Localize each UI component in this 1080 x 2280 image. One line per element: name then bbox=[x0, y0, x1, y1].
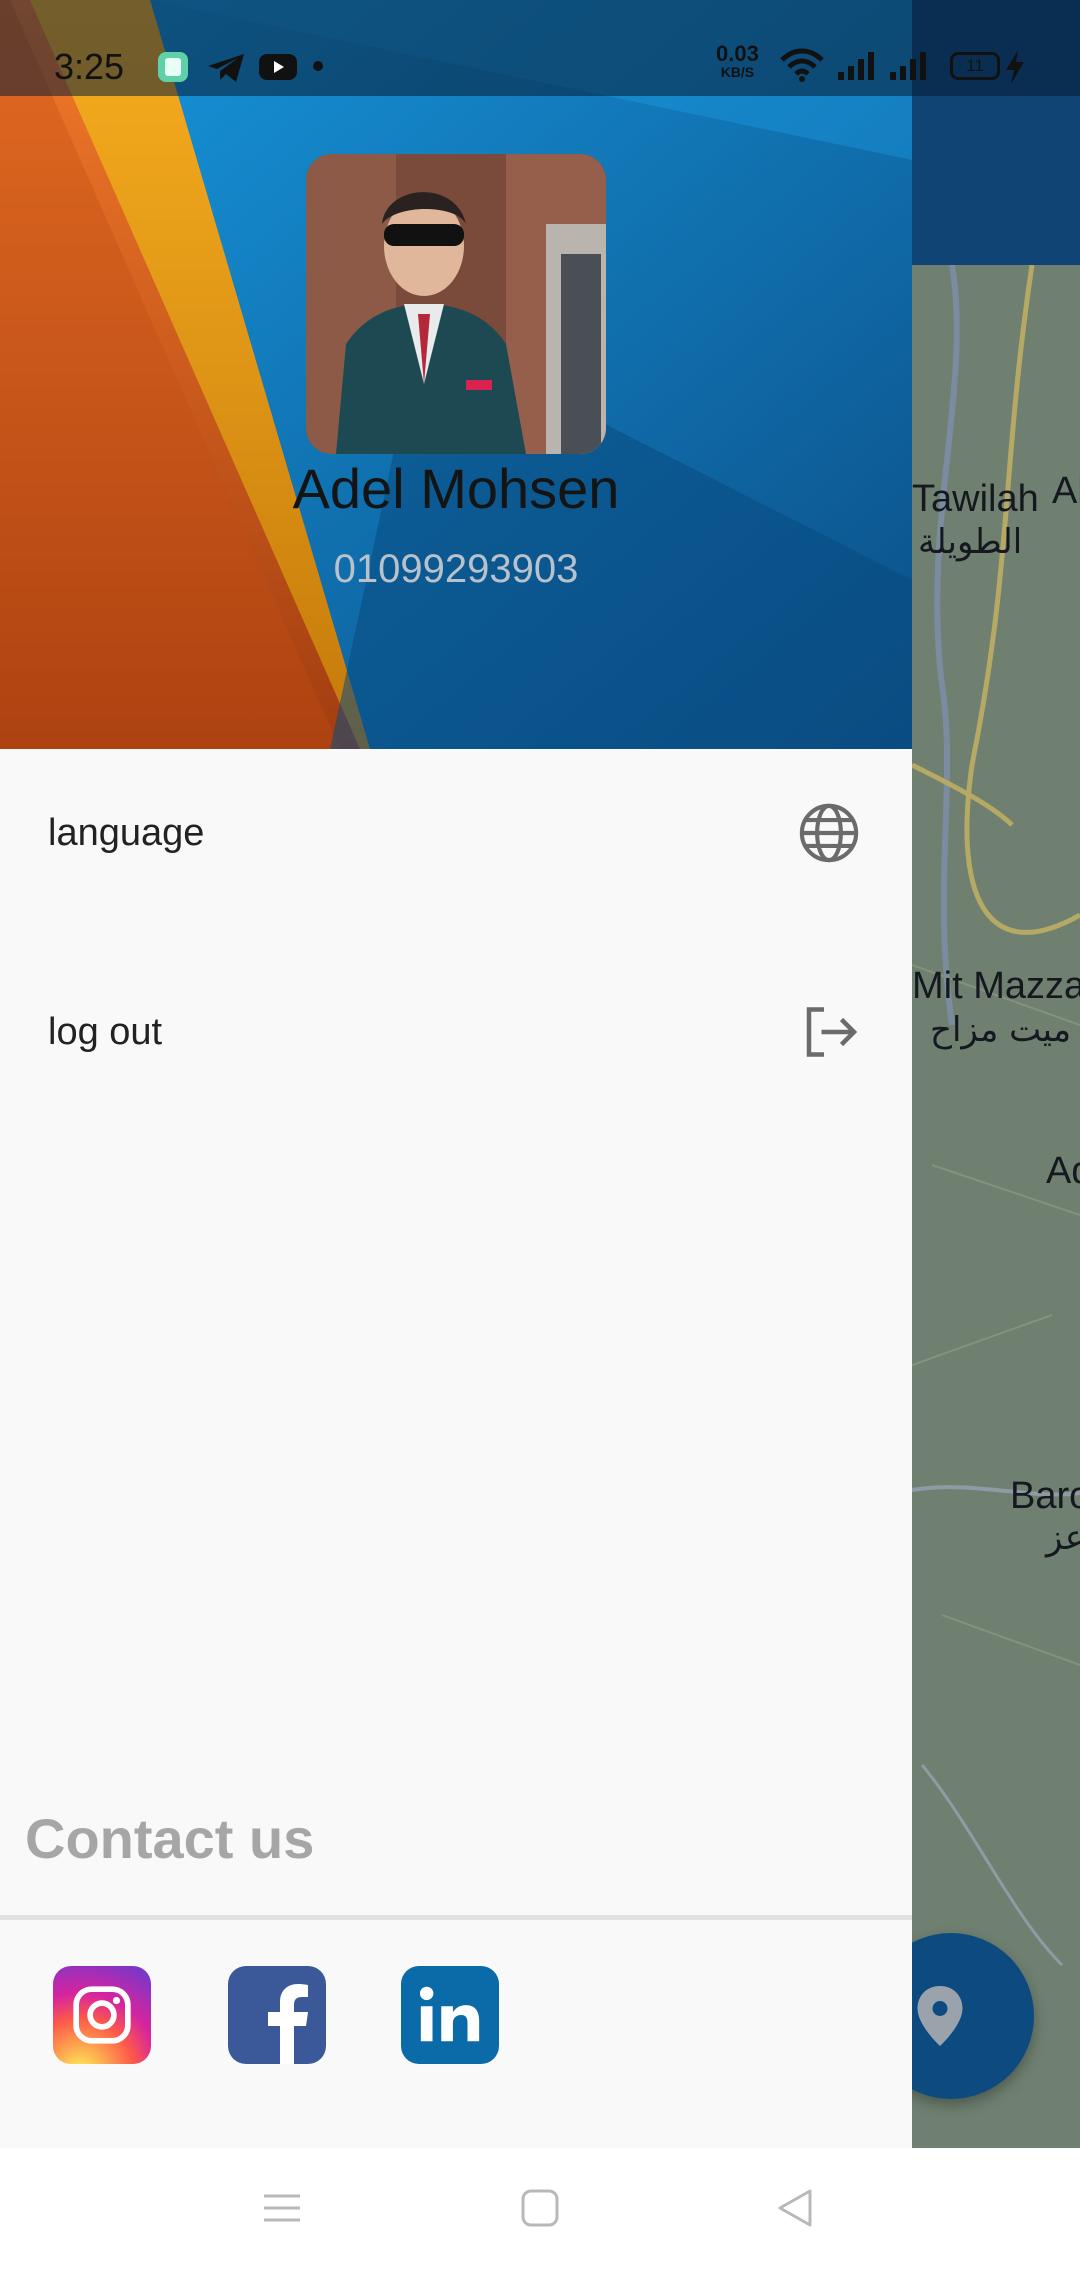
signal-icon bbox=[838, 52, 874, 80]
status-time: 3:25 bbox=[54, 46, 125, 87]
notification-app-icon bbox=[158, 52, 188, 82]
linkedin-icon bbox=[419, 1986, 480, 2042]
globe-icon bbox=[799, 803, 859, 863]
telegram-icon bbox=[208, 54, 244, 82]
status-bar: 3:25 0.03 KB/S 11 bbox=[0, 0, 1080, 96]
menu-item-label: log out bbox=[48, 1010, 163, 1053]
menu-item-language[interactable]: language bbox=[0, 773, 912, 893]
user-name: Adel Mohsen bbox=[292, 457, 620, 520]
instagram-icon bbox=[73, 1986, 131, 2044]
menu-item-label: language bbox=[48, 811, 205, 854]
battery-icon: 11 bbox=[950, 52, 1000, 80]
signal-icon bbox=[890, 52, 926, 80]
map-label: Al bbox=[1052, 470, 1080, 512]
map-label: الطويلة bbox=[918, 522, 1023, 562]
map-label: Baro bbox=[1010, 1475, 1080, 1517]
net-speed: 0.03 KB/S bbox=[716, 43, 759, 82]
navigation-drawer: Adel Mohsen 01099293903 language log out… bbox=[0, 0, 912, 2148]
logout-icon bbox=[806, 1007, 858, 1057]
back-icon[interactable] bbox=[776, 2188, 816, 2228]
wifi-icon bbox=[780, 48, 824, 82]
map-label: عز bbox=[1046, 1518, 1080, 1558]
divider bbox=[0, 1915, 912, 1920]
menu-item-logout[interactable]: log out bbox=[0, 972, 912, 1092]
menu-icon[interactable] bbox=[262, 2188, 302, 2228]
home-icon[interactable] bbox=[520, 2188, 560, 2228]
drawer-header: Adel Mohsen 01099293903 bbox=[0, 0, 912, 749]
linkedin-button[interactable] bbox=[401, 1966, 499, 2064]
facebook-button[interactable] bbox=[228, 1966, 326, 2064]
map-label: ميت مزاح bbox=[930, 1010, 1072, 1050]
net-speed-unit: KB/S bbox=[720, 64, 755, 80]
youtube-icon bbox=[259, 54, 297, 80]
contact-us-heading: Contact us bbox=[25, 1807, 315, 1870]
avatar[interactable] bbox=[306, 154, 606, 454]
map-label: Ad bbox=[1046, 1150, 1080, 1192]
user-phone: 01099293903 bbox=[333, 547, 579, 591]
facebook-icon bbox=[268, 1984, 308, 2064]
instagram-button[interactable] bbox=[53, 1966, 151, 2064]
profile-photo bbox=[306, 154, 606, 454]
map-label: Tawilah bbox=[912, 478, 1039, 520]
battery-level: 11 bbox=[966, 56, 984, 75]
location-pin-icon bbox=[917, 1986, 963, 2046]
map-label: Mit Mazza bbox=[912, 965, 1080, 1007]
dot-icon bbox=[313, 61, 323, 71]
system-nav-bar bbox=[0, 2148, 1080, 2280]
charging-icon bbox=[1006, 50, 1024, 84]
